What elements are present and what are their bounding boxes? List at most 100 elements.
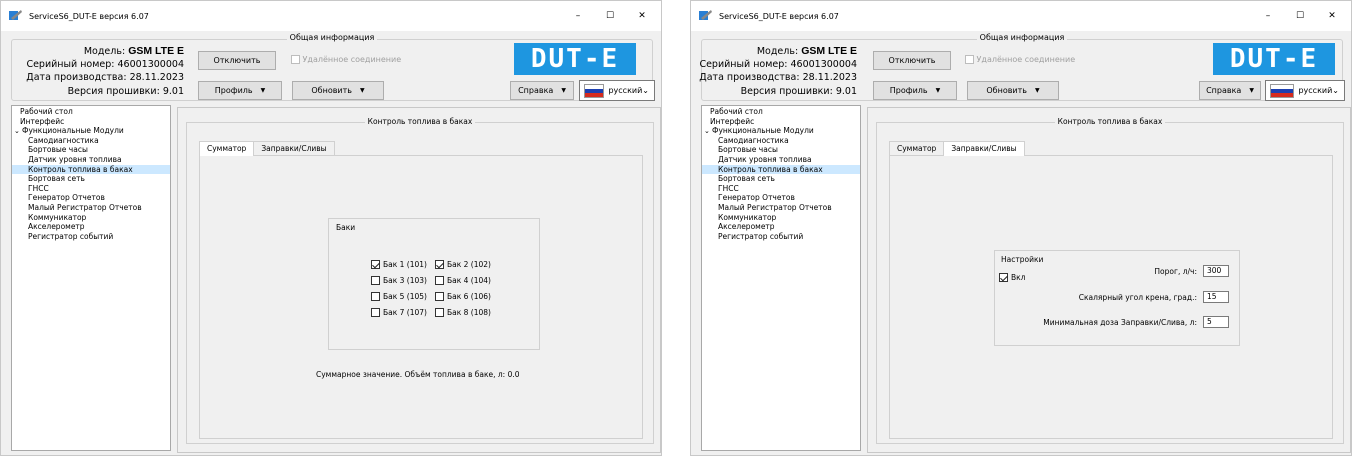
tree-item-onboard-clock[interactable]: Бортовые часы xyxy=(702,145,860,155)
tab-refuel-drain[interactable]: Заправки/Сливы xyxy=(253,141,335,155)
tree-item-communicator[interactable]: Коммуникатор xyxy=(12,213,170,223)
tree-item-onboard-clock[interactable]: Бортовые часы xyxy=(12,145,170,155)
help-button[interactable]: Справка ▼ xyxy=(510,81,574,100)
checkbox-icon[interactable] xyxy=(371,292,380,301)
refresh-button[interactable]: Обновить ▼ xyxy=(967,81,1059,100)
remote-connection-checkbox[interactable] xyxy=(965,55,974,64)
caret-down-icon: ▼ xyxy=(360,87,365,94)
checkbox-icon[interactable] xyxy=(435,308,444,317)
tank-4-checkbox[interactable]: Бак 4 (104) xyxy=(435,276,491,285)
checkbox-icon[interactable] xyxy=(435,292,444,301)
tree-item-desktop[interactable]: Рабочий стол xyxy=(702,107,860,117)
min-dose-label: Минимальная доза Заправки/Слива, л: xyxy=(1043,318,1197,327)
tank-label: Бак 8 (108) xyxy=(447,308,491,317)
tank-label: Бак 3 (103) xyxy=(383,276,427,285)
tab-bar: Сумматор Заправки/Сливы xyxy=(889,141,1025,156)
caret-down-icon: ▼ xyxy=(1035,87,1040,94)
tree-item-self-diagnostics[interactable]: Самодиагностика xyxy=(12,136,170,146)
date-label: Дата производства: xyxy=(26,72,127,83)
profile-button[interactable]: Профиль ▼ xyxy=(873,81,957,100)
language-select[interactable]: русский ⌄ xyxy=(579,80,655,101)
tank-label: Бак 4 (104) xyxy=(447,276,491,285)
module-tree[interactable]: Рабочий стол Интерфейс ⌄ Функциональные М… xyxy=(11,105,171,451)
tree-item-report-generator[interactable]: Генератор Отчетов xyxy=(12,193,170,203)
tree-item-event-recorder[interactable]: Регистратор событий xyxy=(12,232,170,242)
help-button[interactable]: Справка ▼ xyxy=(1199,81,1261,100)
close-button[interactable]: ✕ xyxy=(627,1,657,31)
tree-item-functional-modules[interactable]: ⌄ Функциональные Модули xyxy=(702,126,860,136)
disconnect-button[interactable]: Отключить xyxy=(198,51,276,70)
remote-connection[interactable]: Удалённое соединение xyxy=(291,55,401,64)
checkbox-icon[interactable] xyxy=(999,273,1008,282)
disconnect-button[interactable]: Отключить xyxy=(873,51,951,70)
tank-5-checkbox[interactable]: Бак 5 (105) xyxy=(371,292,427,301)
tank-1-checkbox[interactable]: Бак 1 (101) xyxy=(371,260,427,269)
minimize-icon: – xyxy=(1265,11,1271,21)
model-label: Модель: xyxy=(83,46,126,57)
roll-angle-input[interactable]: 15 xyxy=(1203,291,1229,303)
tab-summator[interactable]: Сумматор xyxy=(889,141,945,155)
minimize-button[interactable]: – xyxy=(563,1,593,31)
profile-label: Профиль xyxy=(214,86,253,95)
refresh-label: Обновить xyxy=(986,86,1028,95)
tree-item-fuel-level-sensor[interactable]: Датчик уровня топлива xyxy=(12,155,170,165)
tank-3-checkbox[interactable]: Бак 3 (103) xyxy=(371,276,427,285)
chevron-down-icon[interactable]: ⌄ xyxy=(704,127,712,137)
enable-checkbox[interactable]: Вкл xyxy=(999,273,1025,282)
tree-item-fuel-control[interactable]: Контроль топлива в баках xyxy=(702,164,860,175)
language-select[interactable]: русский ⌄ xyxy=(1265,80,1345,101)
checkbox-icon[interactable] xyxy=(435,276,444,285)
maximize-button[interactable]: ☐ xyxy=(1285,1,1315,31)
tank-2-checkbox[interactable]: Бак 2 (102) xyxy=(435,260,491,269)
tree-item-fuel-level-sensor[interactable]: Датчик уровня топлива xyxy=(702,155,860,165)
checkbox-icon[interactable] xyxy=(371,260,380,269)
tree-item-gnss[interactable]: ГНСС xyxy=(12,184,170,194)
profile-label: Профиль xyxy=(889,86,928,95)
tree-item-self-diagnostics[interactable]: Самодиагностика xyxy=(702,136,860,146)
tree-item-accelerometer[interactable]: Акселерометр xyxy=(12,222,170,232)
enable-label: Вкл xyxy=(1011,273,1026,282)
model-value: GSM LTE E xyxy=(128,45,184,57)
tab-summator[interactable]: Сумматор xyxy=(199,141,255,156)
minimize-button[interactable]: – xyxy=(1253,1,1283,31)
remote-connection[interactable]: Удалённое соединение xyxy=(965,55,1075,64)
profile-button[interactable]: Профиль ▼ xyxy=(198,81,282,100)
tree-item-event-recorder[interactable]: Регистратор событий xyxy=(702,232,860,242)
chevron-down-icon[interactable]: ⌄ xyxy=(14,127,22,137)
tree-item-small-report-recorder[interactable]: Малый Регистратор Отчетов xyxy=(12,203,170,213)
checkbox-icon[interactable] xyxy=(371,308,380,317)
tree-item-interface[interactable]: Интерфейс xyxy=(702,117,860,127)
tree-item-onboard-network[interactable]: Бортовая сеть xyxy=(12,174,170,184)
tree-item-report-generator[interactable]: Генератор Отчетов xyxy=(702,193,860,203)
close-icon: ✕ xyxy=(638,11,646,21)
refresh-button[interactable]: Обновить ▼ xyxy=(292,81,384,100)
checkbox-icon[interactable] xyxy=(371,276,380,285)
sum-value-text: Суммарное значение. Объём топлива в баке… xyxy=(316,370,520,379)
model-label: Модель: xyxy=(756,46,799,57)
tree-item-desktop[interactable]: Рабочий стол xyxy=(12,107,170,117)
tree-item-interface[interactable]: Интерфейс xyxy=(12,117,170,127)
min-dose-input[interactable]: 5 xyxy=(1203,316,1229,328)
tree-item-gnss[interactable]: ГНСС xyxy=(702,184,860,194)
tank-7-checkbox[interactable]: Бак 7 (107) xyxy=(371,308,427,317)
tree-item-communicator[interactable]: Коммуникатор xyxy=(702,213,860,223)
app-icon xyxy=(9,10,22,20)
tank-8-checkbox[interactable]: Бак 8 (108) xyxy=(435,308,491,317)
russia-flag-icon xyxy=(584,83,605,98)
tank-6-checkbox[interactable]: Бак 6 (106) xyxy=(435,292,491,301)
tree-item-accelerometer[interactable]: Акселерометр xyxy=(702,222,860,232)
refuel-tab-body: Настройки Вкл Порог, л/ч: 300 Скалярный … xyxy=(889,155,1333,439)
maximize-button[interactable]: ☐ xyxy=(595,1,625,31)
checkbox-icon[interactable] xyxy=(435,260,444,269)
firmware-value: 9.01 xyxy=(162,86,184,97)
close-button[interactable]: ✕ xyxy=(1317,1,1347,31)
tree-item-fuel-control[interactable]: Контроль топлива в баках xyxy=(12,164,170,175)
module-tree[interactable]: Рабочий стол Интерфейс ⌄ Функциональные М… xyxy=(701,105,861,451)
content-panel: Контроль топлива в баках Сумматор Заправ… xyxy=(177,107,661,453)
tab-refuel-drain[interactable]: Заправки/Сливы xyxy=(943,141,1025,156)
tree-item-onboard-network[interactable]: Бортовая сеть xyxy=(702,174,860,184)
tree-item-small-report-recorder[interactable]: Малый Регистратор Отчетов xyxy=(702,203,860,213)
threshold-input[interactable]: 300 xyxy=(1203,265,1229,277)
remote-connection-checkbox[interactable] xyxy=(291,55,300,64)
tree-item-functional-modules[interactable]: ⌄ Функциональные Модули xyxy=(12,126,170,136)
